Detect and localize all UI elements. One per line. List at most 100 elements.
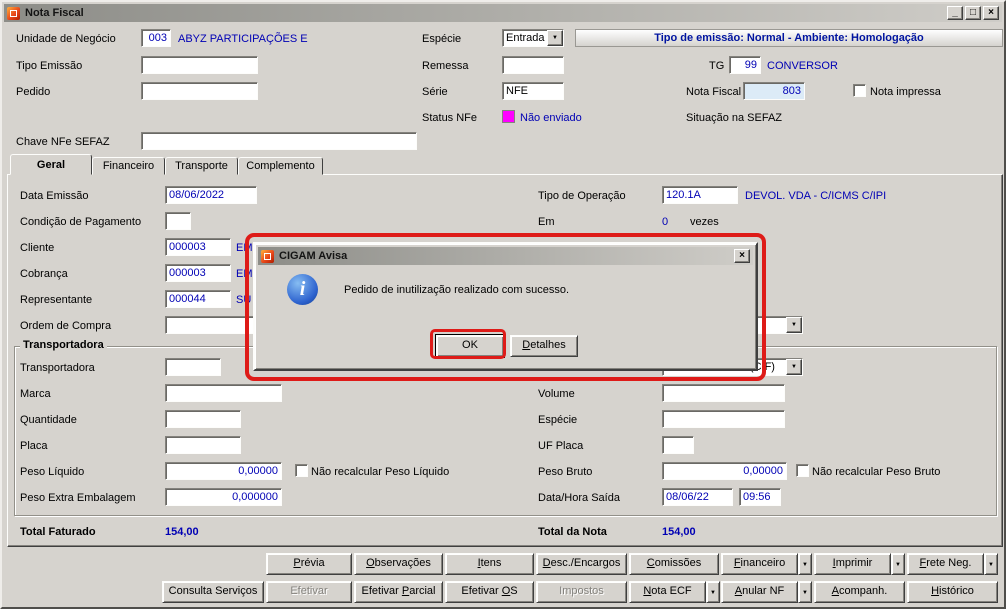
itens-button[interactable]: Itens bbox=[445, 553, 534, 575]
data-emissao-field[interactable]: 08/06/2022 bbox=[165, 186, 257, 204]
imprimir-button[interactable]: Imprimir bbox=[814, 553, 891, 575]
chevron-down-icon[interactable]: ▼ bbox=[786, 359, 802, 375]
ordem-compra-label: Ordem de Compra bbox=[20, 320, 112, 332]
remessa-field[interactable] bbox=[502, 56, 564, 74]
close-button[interactable]: × bbox=[983, 6, 999, 20]
detalhes-button[interactable]: Detalhes bbox=[510, 335, 578, 357]
peso-liquido-label: Peso Líquido bbox=[20, 466, 85, 478]
tg-label: TG bbox=[709, 60, 725, 72]
cliente-label: Cliente bbox=[20, 242, 55, 254]
especie-transporte-field[interactable] bbox=[662, 410, 785, 428]
chevron-down-icon: ▼ bbox=[988, 562, 994, 568]
remessa-label: Remessa bbox=[422, 60, 469, 72]
serie-label: Série bbox=[422, 86, 448, 98]
emission-environment-banner: Tipo de emissão: Normal - Ambiente: Homo… bbox=[575, 29, 1003, 47]
chevron-down-icon[interactable]: ▼ bbox=[547, 30, 563, 46]
peso-bruto-label: Peso Bruto bbox=[538, 466, 593, 478]
pedido-field[interactable] bbox=[141, 82, 258, 100]
dialog-close-button[interactable]: × bbox=[734, 249, 750, 263]
especie-combo[interactable]: Entrada ▼ bbox=[502, 29, 564, 47]
cigam-logo-icon bbox=[7, 6, 20, 20]
chevron-down-icon: ▼ bbox=[895, 562, 901, 568]
efetivar-parcial-button[interactable]: Efetivar Parcial bbox=[354, 581, 443, 603]
nota-fiscal-field[interactable]: 803 bbox=[743, 82, 805, 100]
peso-liquido-field[interactable]: 0,00000 bbox=[165, 462, 282, 480]
info-icon: i bbox=[287, 274, 318, 305]
chevron-down-icon: ▼ bbox=[802, 590, 808, 596]
tab-geral[interactable]: Geral bbox=[10, 154, 92, 175]
unidade-negocio-desc: ABYZ PARTICIPAÇÕES E bbox=[178, 33, 308, 45]
previa-button[interactable]: Prévia bbox=[266, 553, 352, 575]
chave-nfe-field[interactable] bbox=[141, 132, 417, 150]
nota-ecf-button[interactable]: Nota ECF bbox=[629, 581, 706, 603]
tab-transporte[interactable]: Transporte bbox=[165, 157, 238, 175]
cigam-logo-icon bbox=[261, 249, 274, 263]
comissoes-button[interactable]: Comissões bbox=[629, 553, 719, 575]
acompanh-button[interactable]: Acompanh. bbox=[814, 581, 905, 603]
em-label: Em bbox=[538, 216, 555, 228]
peso-extra-field[interactable]: 0,000000 bbox=[165, 488, 282, 506]
marca-field[interactable] bbox=[165, 384, 282, 402]
minimize-button[interactable]: _ bbox=[947, 6, 963, 20]
situacao-sefaz-label: Situação na SEFAZ bbox=[686, 112, 782, 124]
total-faturado-label: Total Faturado bbox=[20, 526, 96, 538]
anular-nf-button[interactable]: Anular NF bbox=[721, 581, 798, 603]
window-title: Nota Fiscal bbox=[25, 7, 84, 19]
condicao-pagamento-field[interactable] bbox=[165, 212, 191, 230]
dialog-titlebar[interactable]: CIGAM Avisa × bbox=[258, 247, 753, 265]
window-titlebar[interactable]: Nota Fiscal _ □ × bbox=[4, 4, 1002, 22]
frete-neg-button[interactable]: Frete Neg. bbox=[907, 553, 984, 575]
tipo-emissao-label: Tipo Emissão bbox=[16, 60, 83, 72]
placa-label: Placa bbox=[20, 440, 48, 452]
representante-label: Representante bbox=[20, 294, 93, 306]
chevron-down-icon: ▼ bbox=[802, 562, 808, 568]
especie-transporte-label: Espécie bbox=[538, 414, 578, 426]
tipo-operacao-field[interactable]: 120.1A bbox=[662, 186, 738, 204]
efetivar-os-button[interactable]: Efetivar OS bbox=[445, 581, 534, 603]
nota-fiscal-window: Nota Fiscal _ □ × Unidade de Negócio 003… bbox=[0, 0, 1006, 609]
cobranca-label: Cobrança bbox=[20, 268, 68, 280]
cobranca-field[interactable]: 000003 bbox=[165, 264, 231, 282]
tipo-emissao-field[interactable] bbox=[141, 56, 258, 74]
nota-ecf-dropdown-button[interactable]: ▼ bbox=[706, 581, 720, 603]
tg-field[interactable]: 99 bbox=[729, 56, 761, 74]
uf-placa-field[interactable] bbox=[662, 436, 694, 454]
consulta-servicos-button[interactable]: Consulta Serviços bbox=[162, 581, 264, 603]
desc-encargos-button[interactable]: Desc./Encargos bbox=[536, 553, 627, 575]
unidade-negocio-field[interactable]: 003 bbox=[141, 29, 171, 47]
data-saida-field[interactable]: 08/06/22 bbox=[662, 488, 733, 506]
nao-recalcular-peso-bruto-checkbox[interactable] bbox=[796, 464, 809, 477]
volume-field[interactable] bbox=[662, 384, 785, 402]
tg-desc: CONVERSOR bbox=[767, 60, 838, 72]
imprimir-dropdown-button[interactable]: ▼ bbox=[891, 553, 905, 575]
unidade-negocio-label: Unidade de Negócio bbox=[16, 33, 116, 45]
maximize-button[interactable]: □ bbox=[965, 6, 981, 20]
cliente-field[interactable]: 000003 bbox=[165, 238, 231, 256]
peso-bruto-field[interactable]: 0,00000 bbox=[662, 462, 787, 480]
data-hora-saida-label: Data/Hora Saída bbox=[538, 492, 620, 504]
historico-button[interactable]: Histórico bbox=[907, 581, 998, 603]
peso-extra-label: Peso Extra Embalagem bbox=[20, 492, 136, 504]
condicao-pagamento-label: Condição de Pagamento bbox=[20, 216, 142, 228]
placa-field[interactable] bbox=[165, 436, 241, 454]
total-faturado-value: 154,00 bbox=[165, 526, 199, 538]
financeiro-dropdown-button[interactable]: ▼ bbox=[798, 553, 812, 575]
transportadora-field[interactable] bbox=[165, 358, 221, 376]
status-nfe-label: Status NFe bbox=[422, 112, 478, 124]
representante-field[interactable]: 000044 bbox=[165, 290, 231, 308]
observacoes-button[interactable]: Observações bbox=[354, 553, 443, 575]
hora-saida-field[interactable]: 09:56 bbox=[739, 488, 781, 506]
quantidade-field[interactable] bbox=[165, 410, 241, 428]
frete-neg-dropdown-button[interactable]: ▼ bbox=[984, 553, 998, 575]
serie-field[interactable]: NFE bbox=[502, 82, 564, 100]
tab-complemento[interactable]: Complemento bbox=[238, 157, 323, 175]
chave-nfe-label: Chave NFe SEFAZ bbox=[16, 136, 110, 148]
total-nota-value: 154,00 bbox=[662, 526, 696, 538]
anular-nf-dropdown-button[interactable]: ▼ bbox=[798, 581, 812, 603]
tab-financeiro[interactable]: Financeiro bbox=[92, 157, 165, 175]
chevron-down-icon[interactable]: ▼ bbox=[786, 317, 802, 333]
financeiro-button[interactable]: Financeiro bbox=[721, 553, 798, 575]
pedido-label: Pedido bbox=[16, 86, 51, 98]
nota-impressa-checkbox[interactable] bbox=[853, 84, 866, 97]
nao-recalcular-peso-liquido-checkbox[interactable] bbox=[295, 464, 308, 477]
